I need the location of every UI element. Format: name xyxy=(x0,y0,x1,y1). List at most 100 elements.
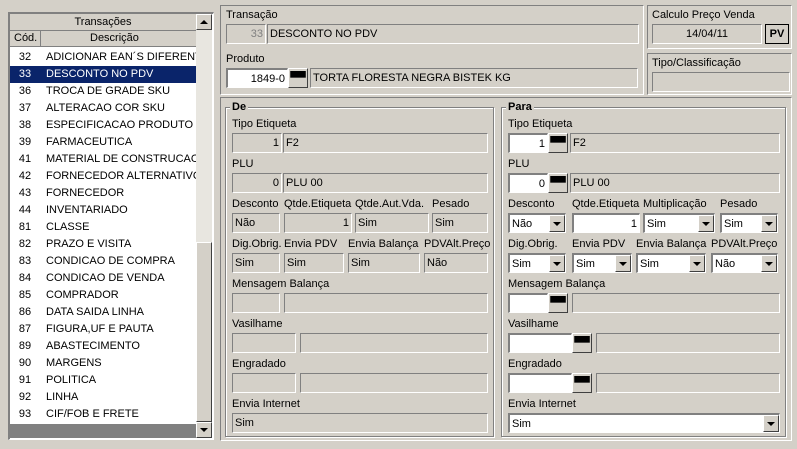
para-mensagem-search-button[interactable]: ▀▀ xyxy=(548,293,568,313)
dropdown-arrow-icon[interactable] xyxy=(763,415,779,432)
scroll-thumb[interactable] xyxy=(196,242,212,422)
binoculars-icon: ▀▀ xyxy=(550,177,566,189)
para-plu-num[interactable]: 0 xyxy=(508,173,548,193)
list-item[interactable]: 93 CIF/FOB E FRETE xyxy=(10,406,196,423)
de-engradado-label: Engradado xyxy=(232,358,286,370)
para-engradado-search-button[interactable]: ▀▀ xyxy=(572,373,592,393)
list-item[interactable]: 85 COMPRADOR xyxy=(10,287,196,304)
para-pesado-select[interactable]: Sim xyxy=(720,213,778,233)
list-item[interactable]: 36 TROCA DE GRADE SKU xyxy=(10,83,196,100)
list-item[interactable]: 39 FARMACEUTICA xyxy=(10,134,196,151)
de-pdv-alt-label: PDVAlt.Preço xyxy=(424,238,491,250)
para-envia-internet-label: Envia Internet xyxy=(508,398,576,410)
list-item-cod: 33 xyxy=(18,68,32,80)
list-item[interactable]: 32 ADICIONAR EAN´S DIFERENTE xyxy=(10,49,196,66)
para-plu-search-button[interactable]: ▀▀ xyxy=(548,173,568,193)
column-header-descricao[interactable]: Descrição xyxy=(90,32,139,44)
de-qtde-etiqueta-field: 1 xyxy=(284,213,352,233)
list-item[interactable]: 83 CONDICAO DE COMPRA xyxy=(10,253,196,270)
arrow-down-icon xyxy=(200,428,208,432)
list-item[interactable]: 84 CONDICAO DE VENDA xyxy=(10,270,196,287)
para-mensagem-code[interactable] xyxy=(508,293,548,313)
list-item[interactable]: 87 FIGURA,UF E PAUTA xyxy=(10,321,196,338)
de-envia-pdv-label: Envia PDV xyxy=(284,238,338,250)
dropdown-arrow-icon[interactable] xyxy=(549,215,565,232)
de-pesado-field: Sim xyxy=(432,213,488,233)
produto-search-button[interactable]: ▀▀ xyxy=(288,68,308,88)
para-dig-obrig-select[interactable]: Sim xyxy=(508,253,566,273)
list-item[interactable]: 33 DESCONTO NO PDV xyxy=(10,66,196,83)
para-mensagem-desc xyxy=(572,293,780,313)
de-vasilhame-code xyxy=(232,333,296,353)
para-envia-internet-select[interactable]: Sim xyxy=(508,413,780,433)
dropdown-arrow-icon[interactable] xyxy=(761,255,777,272)
list-item[interactable]: 86 DATA SAIDA LINHA xyxy=(10,304,196,321)
dropdown-arrow-icon[interactable] xyxy=(698,215,714,232)
list-item-cod: 42 xyxy=(18,170,32,182)
transacao-code-field: 33 xyxy=(226,24,266,44)
scroll-down-button[interactable] xyxy=(196,422,212,438)
para-envia-balanca-select[interactable]: Sim xyxy=(636,253,706,273)
para-qtde-etiqueta-field[interactable]: 1 xyxy=(572,213,640,233)
list-item-desc: CONDICAO DE VENDA xyxy=(46,272,165,284)
list-item[interactable]: 38 ESPECIFICACAO PRODUTO xyxy=(10,117,196,134)
para-group-title: Para xyxy=(506,101,534,113)
list-item-desc: DATA SAIDA LINHA xyxy=(46,306,145,318)
de-dig-obrig-label: Dig.Obrig. xyxy=(232,238,282,250)
pv-button[interactable]: PV xyxy=(765,24,789,44)
para-engradado-label: Engradado xyxy=(508,358,562,370)
de-dig-obrig-field: Sim xyxy=(232,253,280,273)
para-desconto-select[interactable]: Não xyxy=(508,213,566,233)
list-item[interactable]: 81 CLASSE xyxy=(10,219,196,236)
list-item-desc: ALTERACAO COR SKU xyxy=(46,102,165,114)
de-group-title: De xyxy=(230,101,249,113)
de-mensagem-code xyxy=(232,293,280,313)
list-item[interactable]: 42 FORNECEDOR ALTERNATIVO xyxy=(10,168,196,185)
de-tipo-etiqueta-num: 1 xyxy=(232,133,282,153)
transacao-desc-field: DESCONTO NO PDV xyxy=(267,24,639,44)
list-item[interactable]: 43 FORNECEDOR xyxy=(10,185,196,202)
list-item-cod: 32 xyxy=(18,51,32,63)
dropdown-arrow-icon[interactable] xyxy=(615,255,631,272)
dropdown-arrow-icon[interactable] xyxy=(549,255,565,272)
list-item[interactable]: 37 ALTERACAO COR SKU xyxy=(10,100,196,117)
para-pdv-alt-select[interactable]: Não xyxy=(711,253,778,273)
calculo-label: Calculo Preço Venda xyxy=(652,9,755,21)
de-mensagem-label: Mensagem Balança xyxy=(232,278,330,290)
list-item-cod: 92 xyxy=(18,391,32,403)
list-item-desc: DESCONTO NO PDV xyxy=(46,68,154,80)
list-item-desc: POLITICA xyxy=(46,374,97,386)
binoculars-icon: ▀▀ xyxy=(290,72,306,84)
binoculars-icon: ▀▀ xyxy=(550,297,566,309)
list-item[interactable]: 91 POLITICA xyxy=(10,372,196,389)
list-item[interactable]: 41 MATERIAL DE CONSTRUCAO xyxy=(10,151,196,168)
para-vasilhame-code[interactable] xyxy=(508,333,572,353)
dropdown-arrow-icon[interactable] xyxy=(761,215,777,232)
produto-code-field[interactable]: 1849-0 xyxy=(226,68,288,88)
para-mult-select[interactable]: Sim xyxy=(643,213,715,233)
list-item-cod: 90 xyxy=(18,357,32,369)
list-item[interactable]: 89 ABASTECIMENTO xyxy=(10,338,196,355)
list-item[interactable]: 92 LINHA xyxy=(10,389,196,406)
list-item-desc: ABASTECIMENTO xyxy=(46,340,140,352)
para-tipo-etiqueta-num[interactable]: 1 xyxy=(508,133,548,153)
para-envia-pdv-select[interactable]: Sim xyxy=(572,253,632,273)
de-envia-balanca-label: Envia Balança xyxy=(348,238,419,250)
para-vasilhame-search-button[interactable]: ▀▀ xyxy=(572,333,592,353)
para-engradado-code[interactable] xyxy=(508,373,572,393)
dropdown-arrow-icon[interactable] xyxy=(689,255,705,272)
list-item-cod: 89 xyxy=(18,340,32,352)
column-header-cod[interactable]: Cód. xyxy=(14,32,37,44)
vertical-scrollbar[interactable] xyxy=(196,14,212,438)
list-item-desc: INVENTARIADO xyxy=(46,204,128,216)
para-tipo-etiqueta-search-button[interactable]: ▀▀ xyxy=(548,133,568,153)
para-dig-obrig-label: Dig.Obrig. xyxy=(508,238,558,250)
de-engradado-code xyxy=(232,373,296,393)
list-item[interactable]: 44 INVENTARIADO xyxy=(10,202,196,219)
scroll-up-button[interactable] xyxy=(196,14,212,30)
list-item[interactable]: 90 MARGENS xyxy=(10,355,196,372)
transacao-label: Transação xyxy=(226,9,278,21)
list-item[interactable]: 82 PRAZO E VISITA xyxy=(10,236,196,253)
list-item-desc: FARMACEUTICA xyxy=(46,136,133,148)
binoculars-icon: ▀▀ xyxy=(574,337,590,349)
